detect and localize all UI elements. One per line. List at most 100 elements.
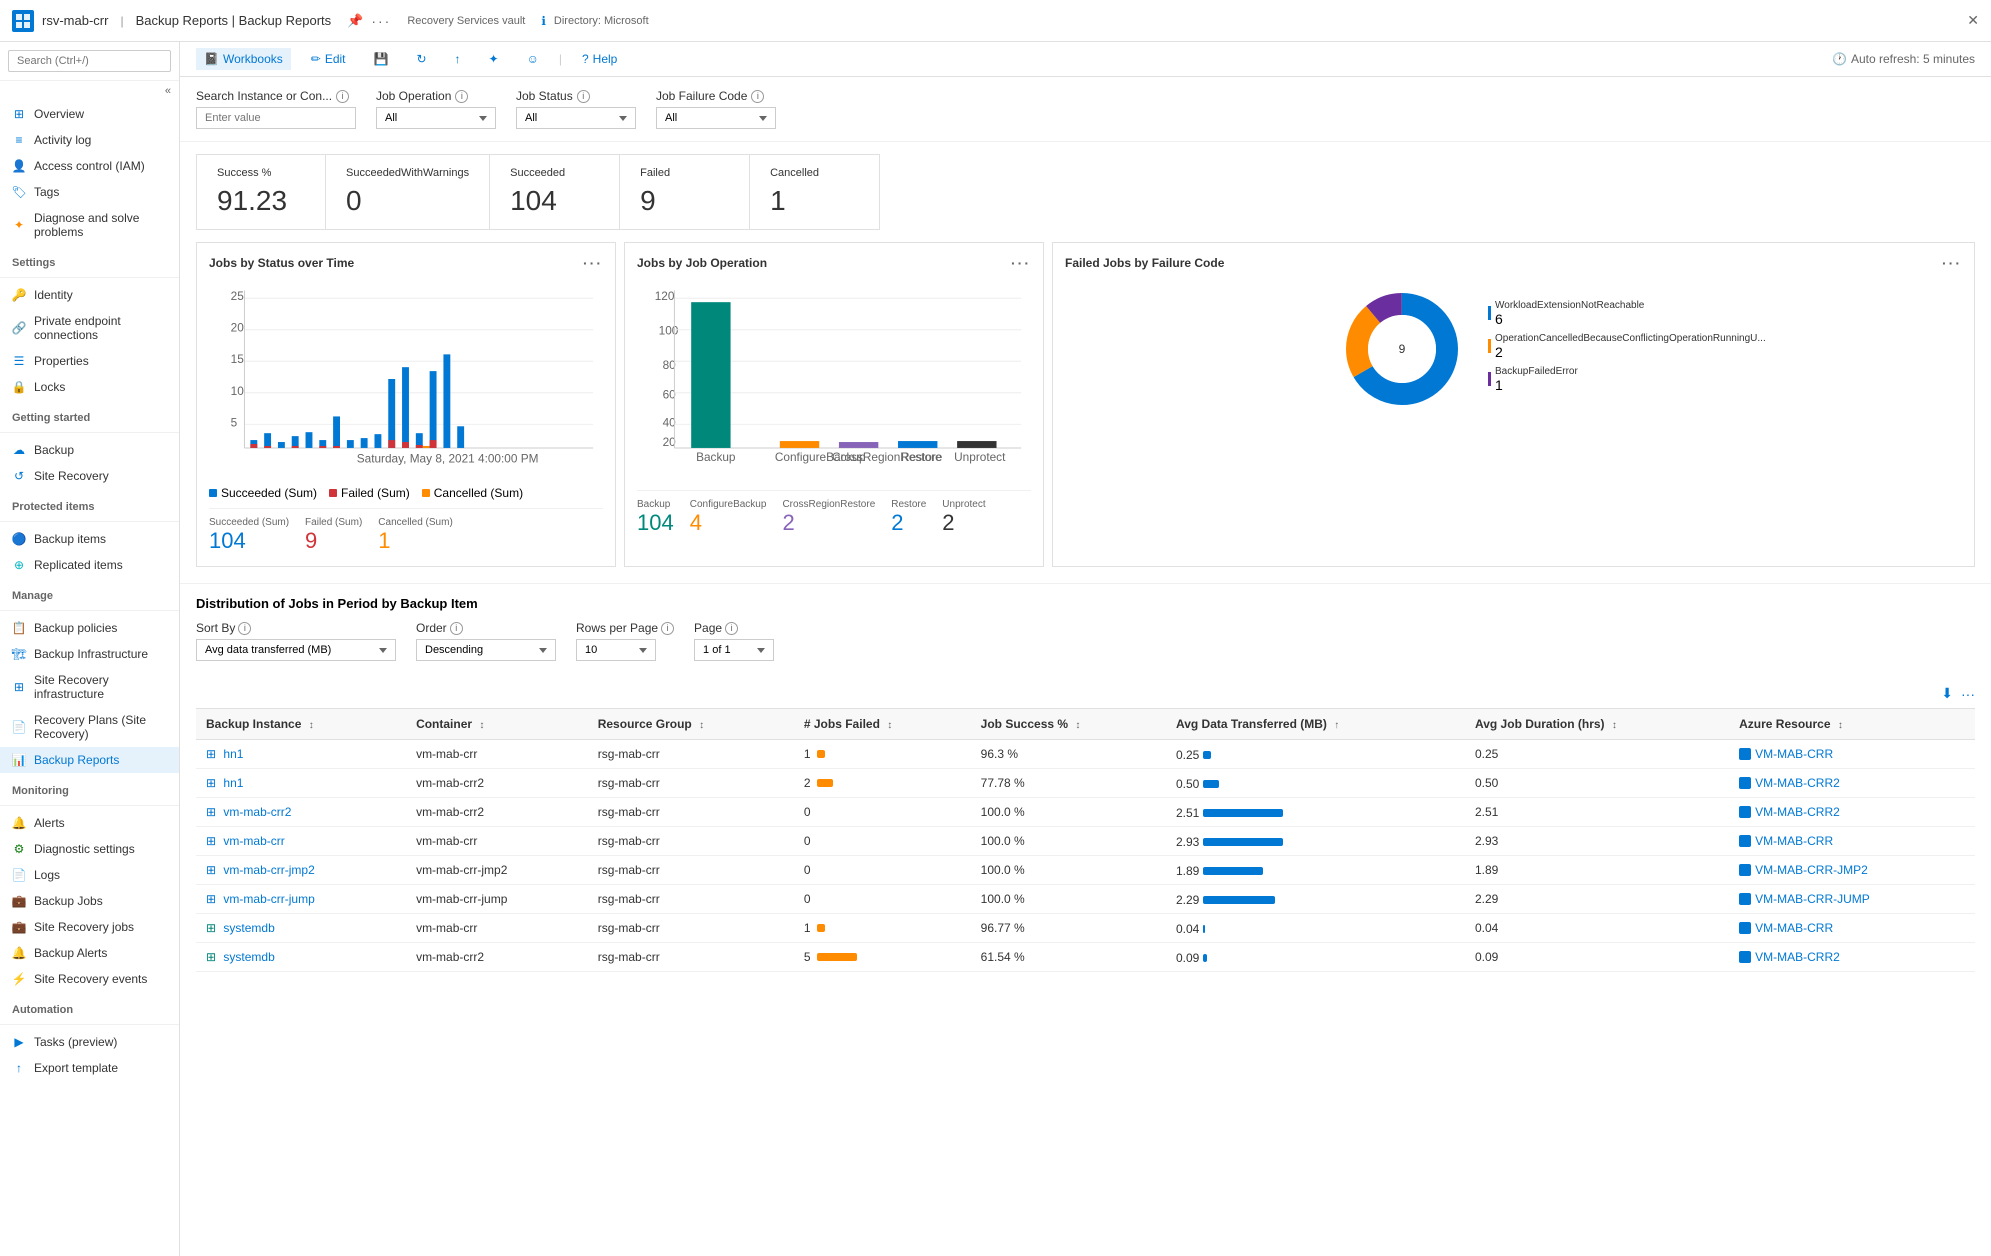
job-status-info-icon[interactable]: i — [577, 90, 590, 103]
feedback-button[interactable]: ☺ — [519, 48, 547, 70]
pin-icon[interactable]: 📌 — [347, 13, 363, 29]
sidebar-item-tags[interactable]: 🏷Tags — [0, 179, 179, 205]
td-azure-resource: VM-MAB-CRR — [1729, 740, 1975, 769]
sidebar-item-backup-reports[interactable]: 📊Backup Reports — [0, 747, 179, 773]
td-container: vm-mab-crr-jump — [406, 885, 588, 914]
upload-button[interactable]: ↑ — [447, 48, 469, 70]
sidebar-icon: 📄 — [12, 868, 26, 882]
sidebar-item-backup-alerts[interactable]: 🔔Backup Alerts — [0, 940, 179, 966]
sort-by-select[interactable]: Avg data transferred (MB) Avg Job Durati… — [196, 639, 396, 661]
help-button[interactable]: ? Help — [574, 48, 625, 70]
sidebar-item-site-recovery[interactable]: ↺Site Recovery — [0, 463, 179, 489]
sidebar-item-recovery-plans-site-recovery[interactable]: 📄Recovery Plans (Site Recovery) — [0, 707, 179, 747]
sidebar-item-properties[interactable]: ☰Properties — [0, 348, 179, 374]
data-table-section: ⬇ ··· Backup Instance ↕ Container ↕ Reso… — [180, 685, 1991, 988]
sort-by-info-icon[interactable]: i — [238, 622, 251, 635]
favorite-button[interactable]: ✦ — [481, 48, 507, 70]
close-icon[interactable]: ✕ — [1967, 12, 1979, 29]
table-row: ⊞ vm-mab-crr2 vm-mab-crr2 rsg-mab-crr 0 … — [196, 798, 1975, 827]
save-button[interactable]: 💾 — [366, 48, 397, 70]
sidebar-item-diagnostic-settings[interactable]: ⚙Diagnostic settings — [0, 836, 179, 862]
sidebar-item-logs[interactable]: 📄Logs — [0, 862, 179, 888]
sidebar-item-locks[interactable]: 🔒Locks — [0, 374, 179, 400]
sidebar-icon: 🏷 — [12, 185, 26, 199]
azure-resource-link[interactable]: VM-MAB-CRR — [1755, 834, 1833, 848]
instance-link[interactable]: hn1 — [223, 776, 243, 790]
sidebar-item-backup-jobs[interactable]: 💼Backup Jobs — [0, 888, 179, 914]
sidebar-item-backup-policies[interactable]: 📋Backup policies — [0, 615, 179, 641]
rows-info-icon[interactable]: i — [661, 622, 674, 635]
table-more-button[interactable]: ··· — [1961, 685, 1975, 702]
azure-resource-link[interactable]: VM-MAB-CRR2 — [1755, 805, 1840, 819]
workbooks-button[interactable]: 📓 Workbooks — [196, 48, 291, 70]
sidebar-item-activity-log[interactable]: ≡Activity log — [0, 127, 179, 153]
instance-link[interactable]: systemdb — [223, 921, 274, 935]
main-content: 📓 Workbooks ✏ Edit 💾 ↻ ↑ ✦ ☺ | — [180, 42, 1991, 1256]
td-resource-group: rsg-mab-crr — [588, 856, 794, 885]
job-operation-select[interactable]: All Backup Restore ConfigureBackup — [376, 107, 496, 129]
sidebar-item-access-control-iam[interactable]: 👤Access control (IAM) — [0, 153, 179, 179]
jobs-operation-more-icon[interactable]: ··· — [1011, 255, 1031, 271]
sidebar-item-alerts[interactable]: 🔔Alerts — [0, 810, 179, 836]
search-input[interactable] — [8, 50, 171, 72]
sidebar-item-backup[interactable]: ☁Backup — [0, 437, 179, 463]
sidebar-icon: 📄 — [12, 720, 26, 734]
table-row: ⊞ vm-mab-crr-jump vm-mab-crr-jump rsg-ma… — [196, 885, 1975, 914]
order-select[interactable]: Descending Ascending — [416, 639, 556, 661]
rows-per-page-select[interactable]: 10 25 50 — [576, 639, 656, 661]
instance-icon: ⊞ — [206, 863, 216, 877]
azure-resource-link[interactable]: VM-MAB-CRR — [1755, 747, 1833, 761]
feedback-icon: ☺ — [527, 52, 539, 66]
sidebar-item-overview[interactable]: ⊞Overview — [0, 101, 179, 127]
sidebar-item-tasks-preview[interactable]: ▶Tasks (preview) — [0, 1029, 179, 1055]
job-status-select[interactable]: All Succeeded Failed Cancelled — [516, 107, 636, 129]
table-row: ⊞ hn1 vm-mab-crr2 rsg-mab-crr 2 77.78 % — [196, 769, 1975, 798]
collapse-button[interactable]: « — [0, 81, 179, 101]
sidebar-item-backup-items[interactable]: 🔵Backup items — [0, 526, 179, 552]
download-button[interactable]: ⬇ — [1941, 685, 1953, 702]
search-instance-input[interactable] — [196, 107, 356, 129]
sidebar-item-replicated-items[interactable]: ⊕Replicated items — [0, 552, 179, 578]
td-resource-group: rsg-mab-crr — [588, 740, 794, 769]
azure-resource-link[interactable]: VM-MAB-CRR2 — [1755, 776, 1840, 790]
azure-resource-link[interactable]: VM-MAB-CRR-JUMP — [1755, 892, 1870, 906]
sidebar-item-private-endpoint-connections[interactable]: 🔗Private endpoint connections — [0, 308, 179, 348]
job-failure-info-icon[interactable]: i — [751, 90, 764, 103]
td-container: vm-mab-crr2 — [406, 943, 588, 972]
sidebar-item-site-recovery-jobs[interactable]: 💼Site Recovery jobs — [0, 914, 179, 940]
instance-link[interactable]: systemdb — [223, 950, 274, 964]
window-controls: ✕ — [1967, 12, 1979, 29]
sidebar-item-identity[interactable]: 🔑Identity — [0, 282, 179, 308]
job-operation-info-icon[interactable]: i — [455, 90, 468, 103]
legend-cancelled: Cancelled (Sum) — [422, 486, 523, 500]
instance-link[interactable]: vm-mab-crr-jmp2 — [223, 863, 314, 877]
azure-resource-link[interactable]: VM-MAB-CRR2 — [1755, 950, 1840, 964]
instance-link[interactable]: vm-mab-crr-jump — [223, 892, 314, 906]
instance-link[interactable]: vm-mab-crr — [223, 834, 284, 848]
sidebar-item-diagnose-and-solve-problems[interactable]: ✦Diagnose and solve problems — [0, 205, 179, 245]
order-info-icon[interactable]: i — [450, 622, 463, 635]
job-failure-select[interactable]: All WorkloadExtensionNotReachable Operat… — [656, 107, 776, 129]
td-job-success: 96.3 % — [971, 740, 1166, 769]
app-logo — [12, 10, 34, 32]
more-icon[interactable]: ··· — [371, 13, 391, 29]
failed-jobs-more-icon[interactable]: ··· — [1942, 255, 1962, 271]
clock-icon: 🕐 — [1832, 52, 1847, 66]
sidebar-item-site-recovery-events[interactable]: ⚡Site Recovery events — [0, 966, 179, 992]
refresh-button[interactable]: ↻ — [408, 48, 434, 70]
page-info-icon[interactable]: i — [725, 622, 738, 635]
workbooks-icon: 📓 — [204, 52, 219, 66]
sidebar-item-site-recovery-infrastructure[interactable]: ⊞Site Recovery infrastructure — [0, 667, 179, 707]
sidebar-item-export-template[interactable]: ↑Export template — [0, 1055, 179, 1081]
jobs-status-more-icon[interactable]: ··· — [583, 255, 603, 271]
job-operation-label: Job Operation i — [376, 89, 496, 103]
azure-resource-link[interactable]: VM-MAB-CRR-JMP2 — [1755, 863, 1868, 877]
instance-link[interactable]: vm-mab-crr2 — [223, 805, 291, 819]
azure-resource-link[interactable]: VM-MAB-CRR — [1755, 921, 1833, 935]
instance-link[interactable]: hn1 — [223, 747, 243, 761]
search-info-icon[interactable]: i — [336, 90, 349, 103]
sidebar-item-backup-infrastructure[interactable]: 🏗Backup Infrastructure — [0, 641, 179, 667]
edit-button[interactable]: ✏ Edit — [303, 48, 354, 70]
table-row: ⊞ systemdb vm-mab-crr rsg-mab-crr 1 96.7… — [196, 914, 1975, 943]
page-select[interactable]: 1 of 1 — [694, 639, 774, 661]
